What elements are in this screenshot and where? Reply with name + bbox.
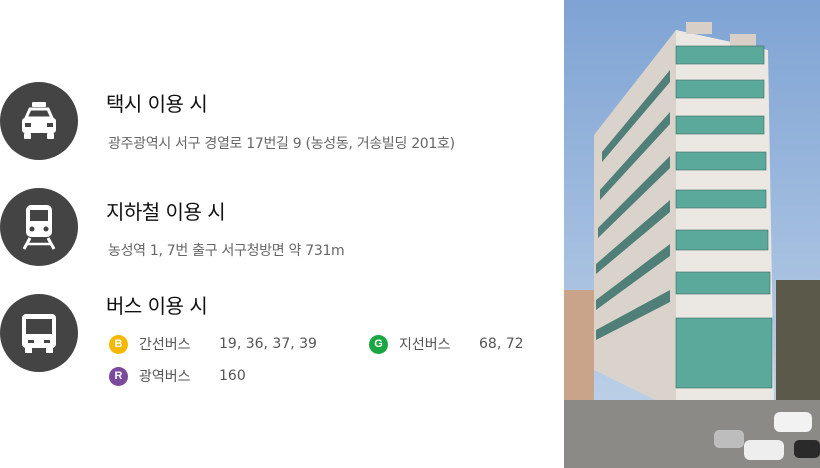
branch-numbers: 68, 72 bbox=[479, 336, 524, 352]
trunk-badge: B bbox=[109, 334, 128, 354]
trunk-type: 간선버스 bbox=[139, 337, 191, 353]
bus-title: 버스 이용 시 bbox=[106, 294, 208, 318]
taxi-section: 택시 이용 시 광주광역시 서구 경열로 17번길 9 (농성동, 거송빌딩 2… bbox=[0, 82, 560, 162]
wide-badge: R bbox=[109, 366, 128, 386]
taxi-title: 택시 이용 시 bbox=[106, 92, 208, 116]
bus-route-wide: R 광역버스 160 bbox=[109, 366, 246, 386]
trunk-numbers: 19, 36, 37, 39 bbox=[219, 336, 317, 352]
bus-route-branch: G 지선버스 68, 72 bbox=[369, 334, 524, 354]
wide-numbers: 160 bbox=[219, 368, 246, 384]
bus-icon bbox=[22, 314, 56, 353]
taxi-icon bbox=[22, 102, 56, 139]
branch-type: 지선버스 bbox=[399, 337, 451, 353]
bus-section: 버스 이용 시 B 간선버스 19, 36, 37, 39 G 지선버스 68,… bbox=[0, 294, 560, 404]
bus-route-trunk: B 간선버스 19, 36, 37, 39 bbox=[109, 334, 317, 354]
building-photo bbox=[564, 0, 820, 468]
branch-badge: G bbox=[369, 334, 388, 354]
subway-section: 지하철 이용 시 농성역 1, 7번 출구 서구청방면 약 731m bbox=[0, 188, 560, 268]
subway-directions: 농성역 1, 7번 출구 서구청방면 약 731m bbox=[108, 243, 345, 259]
subway-title: 지하철 이용 시 bbox=[106, 200, 226, 224]
bus-icon-circle bbox=[0, 294, 78, 372]
wide-type: 광역버스 bbox=[139, 369, 191, 385]
taxi-address: 광주광역시 서구 경열로 17번길 9 (농성동, 거송빌딩 201호) bbox=[108, 136, 455, 152]
taxi-icon-circle bbox=[0, 82, 78, 160]
subway-icon bbox=[22, 205, 56, 250]
subway-icon-circle bbox=[0, 188, 78, 266]
